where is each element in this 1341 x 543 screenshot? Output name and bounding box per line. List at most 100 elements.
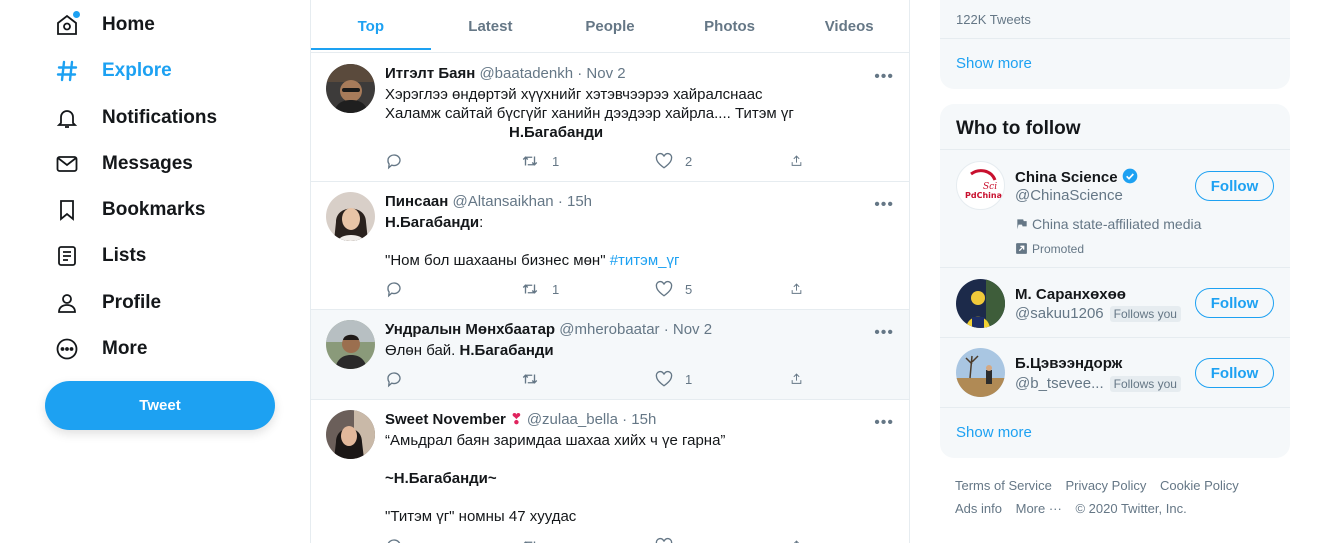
suggestion-name[interactable]: China Science (1015, 168, 1138, 186)
nav-item-profile[interactable]: Profile (52, 283, 161, 323)
reply-button[interactable] (385, 370, 520, 388)
tweet-time[interactable]: Nov 2 (586, 65, 625, 82)
nav-item-lists[interactable]: Lists (52, 236, 146, 276)
tweet-more-icon[interactable]: ••• (874, 69, 894, 85)
like-button[interactable] (655, 537, 790, 543)
retweet-count: 1 (552, 281, 560, 297)
reply-button[interactable] (385, 537, 520, 543)
who-to-follow-title: Who to follow (956, 118, 1081, 139)
avatar[interactable] (956, 348, 1005, 397)
retweet-count: 1 (552, 153, 560, 169)
nav-label-lists: Lists (102, 245, 147, 266)
tweet-more-icon[interactable]: ••• (874, 415, 894, 431)
tab-photos[interactable]: Photos (670, 0, 790, 52)
tweet-author-handle[interactable]: @mherobaatar (559, 321, 659, 338)
share-button[interactable] (790, 537, 815, 543)
nav-item-bookmarks[interactable]: Bookmarks (52, 190, 206, 230)
tweet-author-name[interactable]: Sweet November (385, 411, 506, 428)
retweet-button[interactable]: 1 (520, 152, 655, 170)
tweet-time[interactable]: 15h (567, 193, 592, 210)
tweet-text-line: Халамж сайтай бүсгүйг ханийн дээдээр хай… (385, 105, 794, 122)
tweet-more-icon[interactable]: ••• (874, 197, 894, 213)
nav-item-more[interactable]: More (52, 329, 147, 369)
tweet-button[interactable]: Tweet (45, 381, 275, 430)
tweet-header: Sweet November ❣ @zulaa_bella · 15h (385, 411, 657, 428)
avatar[interactable] (326, 192, 375, 241)
reply-button[interactable] (385, 152, 520, 170)
avatar[interactable] (326, 320, 375, 369)
who-to-follow-show-more-link[interactable]: Show more (956, 424, 1032, 441)
footer-links: Terms of Service Privacy Policy Cookie P… (955, 474, 1249, 520)
follow-button[interactable]: Follow (1195, 171, 1274, 201)
like-count: 5 (685, 281, 693, 297)
tweet-header: Ундралын Мөнхбаатар @mherobaatar · Nov 2 (385, 321, 713, 338)
privacy-link[interactable]: Privacy Policy (1065, 478, 1146, 493)
trends-show-more-link[interactable]: Show more (956, 55, 1032, 72)
suggestion-name-text: China Science (1015, 169, 1118, 186)
share-button[interactable] (790, 152, 815, 170)
footer-more-link[interactable]: More ··· (1016, 501, 1062, 516)
follows-you-badge: Follows you (1109, 376, 1181, 392)
list-icon (52, 241, 82, 271)
tweet[interactable]: Итгэлт Баян @baatadenkh · Nov 2 Хэрэглээ… (311, 54, 909, 182)
like-button[interactable]: 2 (655, 152, 790, 170)
tweet-author-name[interactable]: Ундралын Мөнхбаатар (385, 321, 555, 338)
tweet-author-name[interactable]: Пинсаан (385, 193, 448, 210)
nav-item-notifications[interactable]: Notifications (52, 98, 217, 138)
nav-item-home[interactable]: Home (52, 5, 155, 45)
tab-videos[interactable]: Videos (789, 0, 909, 52)
tweet-author-handle[interactable]: @zulaa_bella (527, 411, 618, 428)
retweet-icon (523, 541, 536, 543)
follow-suggestion[interactable]: М. Саранхөхөө @sakuu1206 Follows you Foll… (940, 267, 1290, 337)
retweet-button[interactable] (520, 537, 655, 543)
avatar[interactable] (326, 64, 375, 113)
tweet[interactable]: Пинсаан @Altansaikhan · 15h Н.Багабанди:… (311, 182, 909, 310)
copyright-text: © 2020 Twitter, Inc. (1075, 501, 1187, 516)
suggestion-name[interactable]: Б.Цэвээндорж (1015, 355, 1122, 372)
ads-info-link[interactable]: Ads info (955, 501, 1002, 516)
like-button[interactable]: 5 (655, 280, 790, 298)
follow-button[interactable]: Follow (1195, 358, 1274, 388)
avatar[interactable] (326, 410, 375, 459)
tweet-text: Н.Багабанди: "Ном бол шахааны бизнес мөн… (385, 213, 894, 270)
follow-button[interactable]: Follow (1195, 288, 1274, 318)
tweet-time[interactable]: Nov 2 (673, 321, 712, 338)
state-affiliation-label: China state-affiliated media (1015, 216, 1201, 232)
tweet-more-icon[interactable]: ••• (874, 325, 894, 341)
reply-button[interactable] (385, 280, 520, 298)
follow-suggestion[interactable]: Sci PdChina China Science @ChinaScience … (940, 149, 1290, 267)
tweet-time[interactable]: 15h (631, 411, 656, 428)
retweet-button[interactable] (520, 370, 655, 388)
share-button[interactable] (790, 370, 815, 388)
tab-latest[interactable]: Latest (431, 0, 551, 52)
suggestion-handle: @b_tsevee... (1015, 375, 1104, 392)
avatar[interactable] (956, 279, 1005, 328)
terms-link[interactable]: Terms of Service (955, 478, 1052, 493)
tweet[interactable]: Sweet November ❣ @zulaa_bella · 15h “Амь… (311, 400, 909, 543)
like-button[interactable]: 1 (655, 370, 790, 388)
tweet-text-bold: Н.Багабанди (459, 342, 554, 359)
tab-top[interactable]: Top (311, 0, 431, 52)
avatar[interactable]: Sci PdChina (956, 161, 1005, 210)
share-button[interactable] (790, 280, 815, 298)
tweet-author-name[interactable]: Итгэлт Баян (385, 65, 475, 82)
flag-icon (1017, 219, 1027, 230)
nav-item-explore[interactable]: Explore (52, 51, 172, 91)
tweet-author-handle[interactable]: @Altansaikhan (453, 193, 554, 210)
nav-label-messages: Messages (102, 153, 193, 174)
suggestion-name[interactable]: М. Саранхөхөө (1015, 286, 1126, 303)
retweet-icon (522, 374, 538, 384)
retweet-button[interactable]: 1 (520, 280, 655, 298)
nav-label-bookmarks: Bookmarks (102, 199, 206, 220)
tweet-author-handle[interactable]: @baatadenkh (479, 65, 573, 82)
hashtag-link[interactable]: #титэм_үг (610, 252, 680, 269)
cookie-link[interactable]: Cookie Policy (1160, 478, 1239, 493)
tweet-text: “Амьдрал баян заримдаа шахаа хийх ч үе г… (385, 431, 894, 526)
follow-suggestion[interactable]: Б.Цэвээндорж @b_tsevee... Follows you Fol… (940, 337, 1290, 407)
nav-item-messages[interactable]: Messages (52, 144, 193, 184)
tab-people[interactable]: People (550, 0, 670, 52)
tweet[interactable]: Ундралын Мөнхбаатар @mherobaatar · Nov 2… (311, 310, 909, 400)
search-timeline: Top Latest People Photos Videos Итгэлт Б… (310, 0, 910, 543)
tweet-body: Sweet November ❣ @zulaa_bella · 15h “Амь… (385, 410, 894, 526)
tweet-actions: 1 2 (385, 152, 815, 170)
